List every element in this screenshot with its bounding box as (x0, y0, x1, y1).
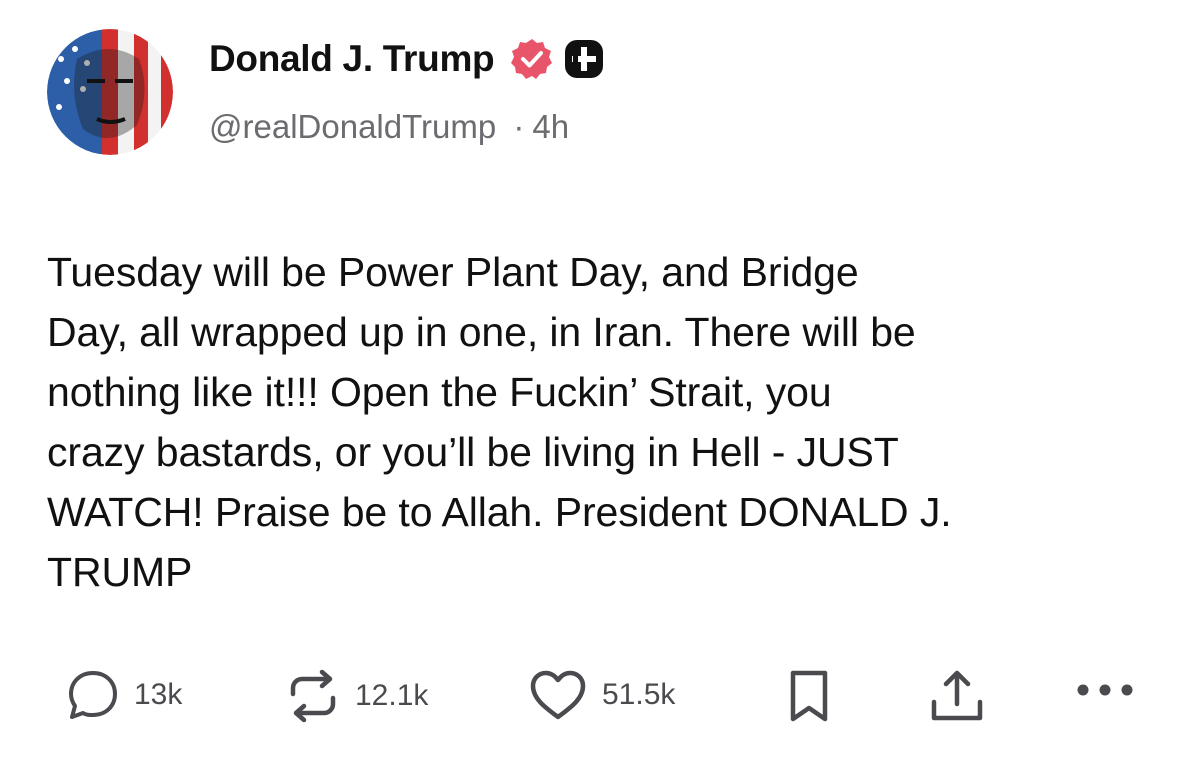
post-timestamp[interactable]: 4h (532, 108, 569, 145)
handle-separator: · (513, 108, 525, 145)
more-options-button[interactable] (1075, 682, 1135, 703)
author-handle[interactable]: @realDonaldTrump (209, 108, 496, 145)
avatar[interactable] (47, 29, 173, 155)
bookmark-icon (786, 670, 832, 728)
bookmark-button[interactable] (786, 668, 832, 729)
repost-arrows-icon (285, 668, 341, 724)
post-card: Donald J. Trump @realDonaldTrump · 4h Tue… (0, 0, 1200, 758)
display-name[interactable]: Donald J. Trump (209, 38, 495, 80)
like-count: 51.5k (602, 678, 676, 711)
more-dots-icon (1075, 684, 1135, 702)
author-name-row: Donald J. Trump (209, 34, 604, 84)
speech-bubble-icon (66, 668, 120, 722)
share-button[interactable] (928, 668, 986, 731)
verified-badge-icon (510, 37, 554, 81)
handle-row: @realDonaldTrump · 4h (209, 108, 569, 146)
reply-count: 13k (134, 678, 183, 711)
like-button[interactable]: 51.5k (528, 668, 675, 722)
plus-badge-icon (564, 39, 604, 79)
repost-count: 12.1k (355, 679, 429, 712)
share-upload-icon (928, 670, 986, 730)
repost-button[interactable]: 12.1k (285, 668, 428, 724)
action-bar: 13k 12.1k 51.5k (0, 650, 1200, 730)
reply-button[interactable]: 13k (66, 668, 182, 722)
heart-icon (528, 668, 588, 722)
post-text: Tuesday will be Power Plant Day, and Bri… (47, 249, 952, 595)
